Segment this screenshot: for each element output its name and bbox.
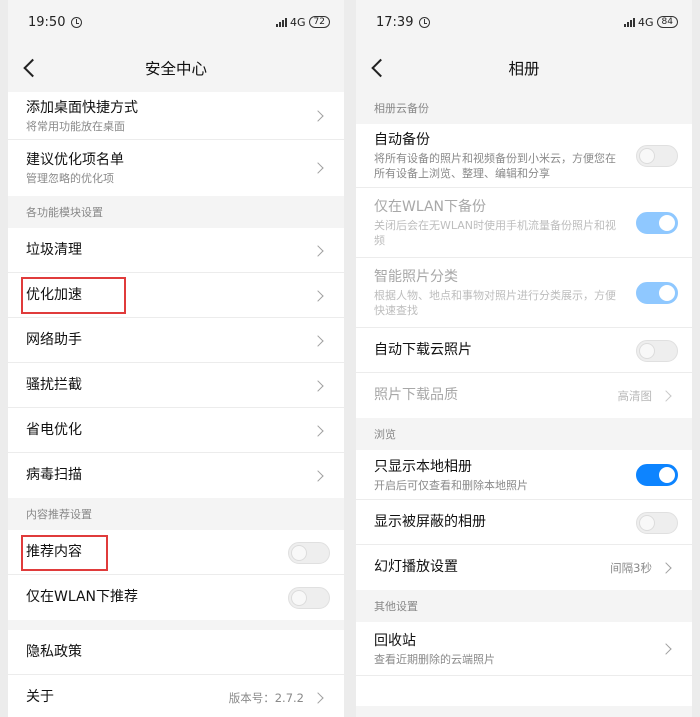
network-type: 4G (638, 15, 654, 29)
highlight-box (21, 535, 108, 571)
page-title: 相册 (508, 60, 540, 78)
page-title: 安全中心 (144, 60, 207, 78)
wlan-recommend-toggle[interactable] (288, 586, 330, 609)
title-bar: 安全中心 (8, 44, 344, 92)
status-icons: 4G 84 (624, 16, 678, 29)
status-bar: 19:50 4G 72 (8, 0, 344, 44)
back-arrow-icon[interactable] (371, 58, 390, 78)
list-item-smart-classify[interactable]: 智能照片分类 根据人物、地点和事物对照片进行分类展示，方便快速查找 (356, 258, 692, 328)
highlight-box (21, 277, 126, 314)
status-time: 19:50 (28, 15, 83, 30)
item-label: 智能照片分类 (374, 269, 458, 285)
list-item-add-shortcut[interactable]: 添加桌面快捷方式 将常用功能放在桌面 (8, 92, 344, 140)
list-item-privacy-policy[interactable]: 隐私政策 (8, 630, 344, 675)
signal-icon (624, 17, 636, 27)
item-subtitle: 开启后可仅查看和删除本地照片 (374, 478, 528, 492)
item-label: 网络助手 (26, 332, 82, 348)
item-label: 显示被屏蔽的相册 (374, 514, 486, 530)
network-type: 4G (290, 15, 306, 29)
item-subtitle: 查看近期删除的云端照片 (374, 652, 495, 666)
item-label: 回收站 (374, 632, 416, 649)
list-item-power-saving[interactable]: 省电优化 (8, 408, 344, 453)
quality-value: 高清图 (617, 388, 653, 403)
list-item-local-albums-only[interactable]: 只显示本地相册 开启后可仅查看和删除本地照片 (356, 450, 692, 500)
item-label: 病毒扫描 (26, 467, 82, 483)
section-header-modules: 各功能模块设置 (8, 196, 344, 228)
smart-classify-toggle[interactable] (636, 282, 678, 304)
section-header-cloud-backup: 相册云备份 (356, 92, 692, 124)
item-subtitle: 将所有设备的照片和视频备份到小米云，方便您在所有设备上浏览、整理、编辑和分享 (374, 152, 616, 180)
item-label: 仅在WLAN下备份 (374, 199, 487, 215)
list-item-auto-backup[interactable]: 自动备份 将所有设备的照片和视频备份到小米云，方便您在所有设备上浏览、整理、编辑… (356, 124, 692, 188)
list-item-about[interactable]: 关于 版本号：2.7.2 (8, 675, 344, 717)
list-item-partial[interactable] (356, 676, 692, 706)
battery-icon: 84 (656, 16, 678, 28)
status-icons: 4G 72 (276, 16, 330, 29)
item-label: 建议优化项名单 (26, 151, 124, 168)
item-label: 省电优化 (26, 422, 82, 438)
alarm-icon (71, 16, 83, 28)
left-phone-screen: 19:50 4G 72 安全中心 添加桌面快捷方式 将常用功能放在桌面 建议优化项… (8, 0, 344, 717)
item-label: 垃圾清理 (26, 242, 82, 258)
list-item-download-quality[interactable]: 照片下载品质 高清图 (356, 373, 692, 418)
section-header-browse: 浏览 (356, 418, 692, 450)
signal-icon (276, 17, 288, 27)
status-time: 17:39 (376, 15, 431, 30)
alarm-icon (419, 16, 431, 28)
slideshow-interval-value: 间隔3秒 (610, 560, 652, 575)
section-header-other: 其他设置 (356, 590, 692, 622)
wlan-backup-toggle[interactable] (636, 212, 678, 234)
list-item-network-assistant[interactable]: 网络助手 (8, 318, 344, 363)
item-subtitle: 关闭后会在无WLAN时使用手机流量备份照片和视频 (374, 219, 617, 247)
list-item-show-hidden-albums[interactable]: 显示被屏蔽的相册 (356, 500, 692, 545)
item-subtitle: 将常用功能放在桌面 (26, 119, 125, 133)
list-item-recycle-bin[interactable]: 回收站 查看近期删除的云端照片 (356, 622, 692, 676)
back-arrow-icon[interactable] (23, 58, 42, 78)
item-label: 隐私政策 (26, 644, 82, 660)
item-subtitle: 根据人物、地点和事物对照片进行分类展示，方便快速查找 (374, 289, 616, 317)
battery-icon: 72 (308, 16, 330, 28)
list-item-ignored-optimizations[interactable]: 建议优化项名单 管理忽略的优化项 (8, 140, 344, 196)
version-value: 版本号：2.7.2 (228, 690, 304, 705)
section-header-content: 内容推荐设置 (8, 498, 344, 530)
local-albums-toggle[interactable] (636, 464, 678, 486)
list-item-virus-scan[interactable]: 病毒扫描 (8, 453, 344, 498)
list-item-wlan-only-recommend[interactable]: 仅在WLAN下推荐 (8, 575, 344, 620)
auto-backup-toggle[interactable] (636, 145, 678, 167)
item-label: 自动备份 (374, 132, 430, 148)
hidden-albums-toggle[interactable] (636, 511, 678, 534)
item-label: 骚扰拦截 (26, 377, 82, 393)
item-label: 只显示本地相册 (374, 458, 472, 475)
right-phone-screen: 17:39 4G 84 相册 相册云备份 自动备份 将所有设备的照片和视频备份到小… (356, 0, 692, 717)
list-item-recommend-content[interactable]: 推荐内容 (8, 530, 344, 575)
status-bar: 17:39 4G 84 (356, 0, 692, 44)
list-item-slideshow-settings[interactable]: 幻灯播放设置 间隔3秒 (356, 545, 692, 590)
list-item-wlan-only-backup[interactable]: 仅在WLAN下备份 关闭后会在无WLAN时使用手机流量备份照片和视频 (356, 188, 692, 258)
title-bar: 相册 (356, 44, 692, 92)
recommend-content-toggle[interactable] (288, 541, 330, 564)
list-item-harassment-block[interactable]: 骚扰拦截 (8, 363, 344, 408)
list-item-auto-download-cloud[interactable]: 自动下载云照片 (356, 328, 692, 373)
item-label: 仅在WLAN下推荐 (26, 589, 139, 605)
list-item-junk-cleanup[interactable]: 垃圾清理 (8, 228, 344, 273)
auto-download-toggle[interactable] (636, 339, 678, 362)
item-label: 添加桌面快捷方式 (26, 99, 138, 116)
item-subtitle: 管理忽略的优化项 (26, 171, 114, 185)
item-label: 自动下载云照片 (374, 342, 472, 358)
list-item-speed-boost[interactable]: 优化加速 (8, 273, 344, 318)
